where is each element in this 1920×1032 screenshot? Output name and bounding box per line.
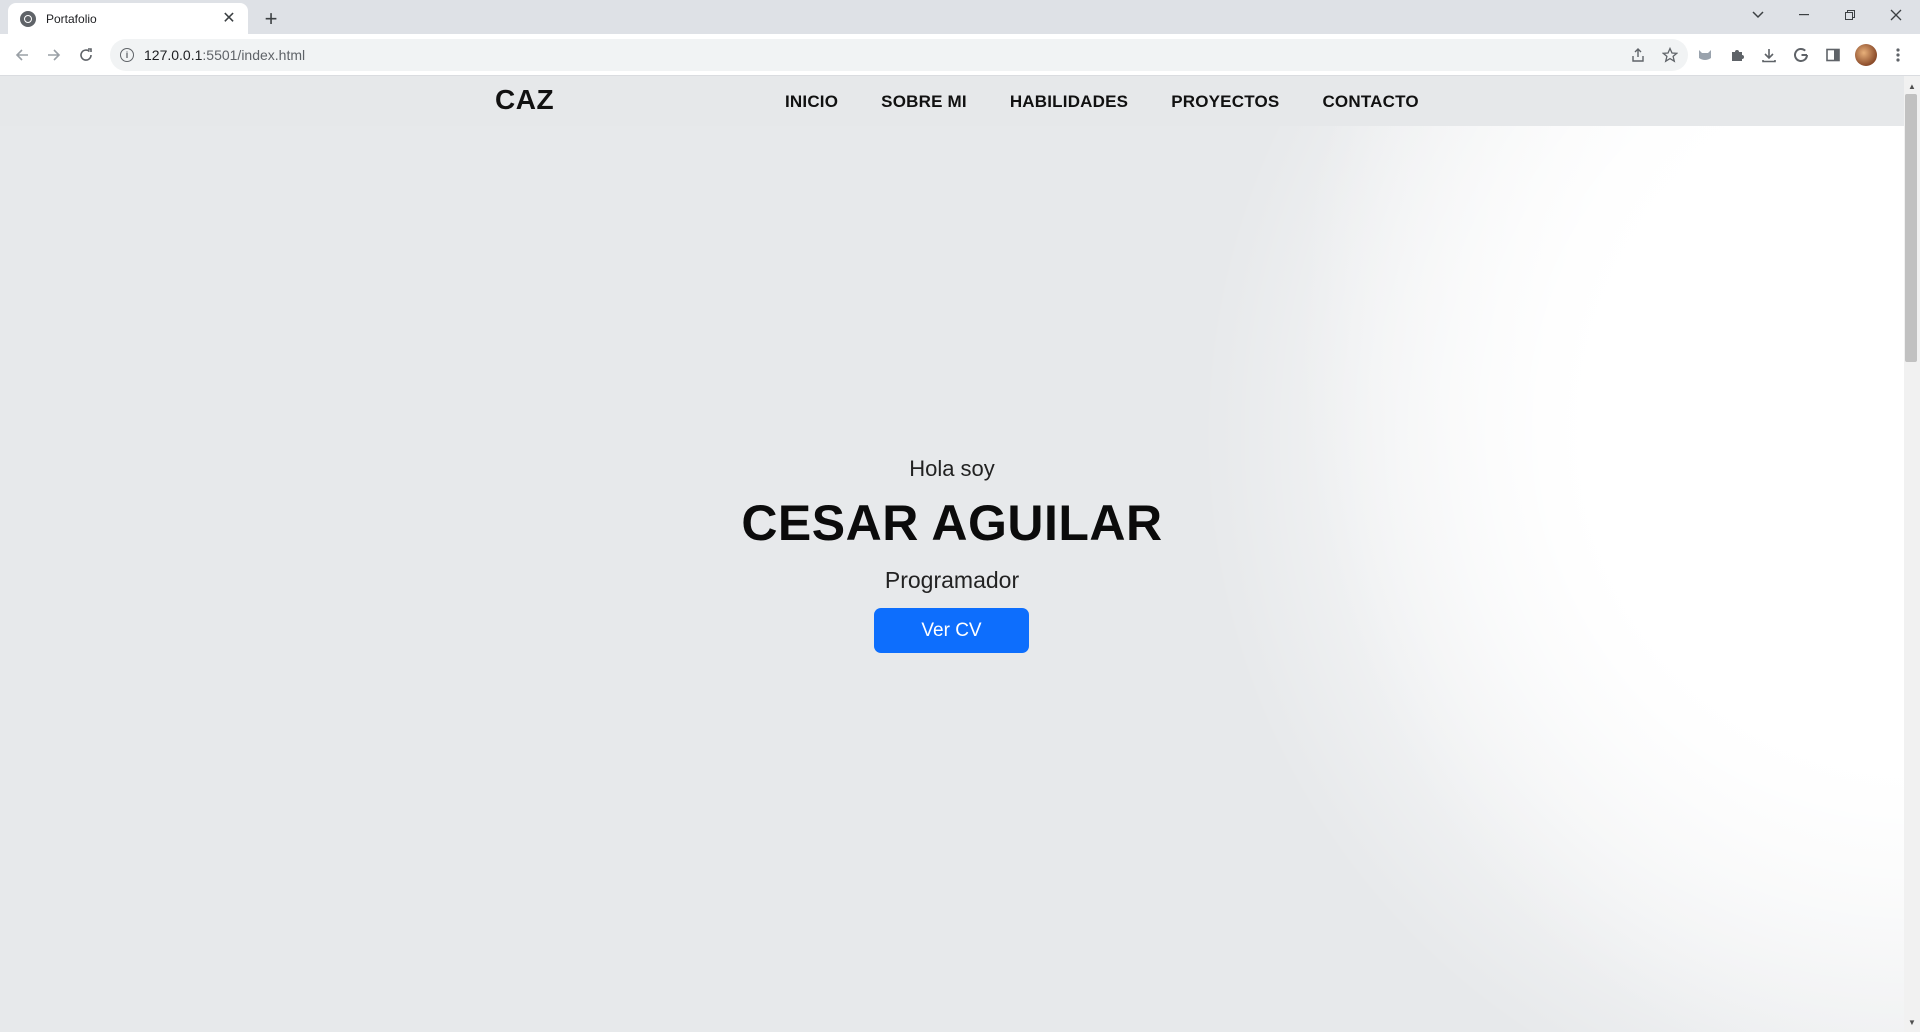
scroll-down-arrow-icon[interactable]: ▼ bbox=[1904, 1014, 1920, 1030]
browser-tab-strip: Portafolio ✕ + bbox=[0, 0, 1920, 34]
site-logo[interactable]: CAZ bbox=[495, 84, 554, 116]
reload-icon[interactable] bbox=[74, 43, 98, 67]
restore-button[interactable] bbox=[1828, 0, 1872, 30]
hero-greeting: Hola soy bbox=[909, 456, 995, 481]
view-cv-button[interactable]: Ver CV bbox=[874, 608, 1029, 653]
hero-section: Hola soy CESAR AGUILAR Programador Ver C… bbox=[0, 76, 1904, 1032]
bookmark-star-icon[interactable] bbox=[1660, 45, 1680, 65]
nav-link-sobre-mi[interactable]: SOBRE MI bbox=[881, 92, 967, 112]
extension-cat-icon[interactable] bbox=[1693, 43, 1717, 67]
more-menu-icon[interactable] bbox=[1886, 43, 1910, 67]
profile-avatar[interactable] bbox=[1855, 44, 1877, 66]
hero-name: CESAR AGUILAR bbox=[741, 495, 1163, 551]
browser-tab[interactable]: Portafolio ✕ bbox=[8, 3, 248, 34]
share-icon[interactable] bbox=[1628, 45, 1648, 65]
side-panel-icon[interactable] bbox=[1821, 43, 1845, 67]
globe-icon bbox=[20, 10, 36, 27]
download-icon[interactable] bbox=[1757, 43, 1781, 67]
nav-link-proyectos[interactable]: PROYECTOS bbox=[1171, 92, 1279, 112]
scrollbar-thumb[interactable] bbox=[1905, 94, 1917, 362]
nav-link-contacto[interactable]: CONTACTO bbox=[1322, 92, 1418, 112]
main-menu: INICIO SOBRE MI HABILIDADES PROYECTOS CO… bbox=[785, 92, 1462, 112]
nav-link-inicio[interactable]: INICIO bbox=[785, 92, 838, 112]
hero-role: Programador bbox=[884, 567, 1020, 593]
new-tab-button[interactable]: + bbox=[258, 6, 284, 32]
google-icon[interactable] bbox=[1789, 43, 1813, 67]
page-viewport: CAZ INICIO SOBRE MI HABILIDADES PROYECTO… bbox=[0, 76, 1904, 1032]
url-text: 127.0.0.1:5501/index.html bbox=[144, 47, 306, 63]
minimize-button[interactable] bbox=[1782, 0, 1826, 30]
site-info-icon[interactable]: i bbox=[120, 48, 134, 62]
nav-link-habilidades[interactable]: HABILIDADES bbox=[1010, 92, 1128, 112]
address-bar[interactable]: i 127.0.0.1:5501/index.html bbox=[110, 39, 1688, 71]
tab-search-icon[interactable] bbox=[1736, 0, 1780, 30]
extensions-puzzle-icon[interactable] bbox=[1725, 43, 1749, 67]
scroll-up-arrow-icon[interactable]: ▲ bbox=[1904, 78, 1920, 94]
browser-toolbar: i 127.0.0.1:5501/index.html bbox=[0, 34, 1920, 76]
forward-arrow-icon[interactable] bbox=[42, 43, 66, 67]
close-window-button[interactable] bbox=[1874, 0, 1918, 30]
close-tab-icon[interactable]: ✕ bbox=[220, 10, 238, 28]
site-navbar: CAZ INICIO SOBRE MI HABILIDADES PROYECTO… bbox=[0, 76, 1904, 126]
tab-title: Portafolio bbox=[46, 11, 97, 26]
back-arrow-icon[interactable] bbox=[10, 43, 34, 67]
